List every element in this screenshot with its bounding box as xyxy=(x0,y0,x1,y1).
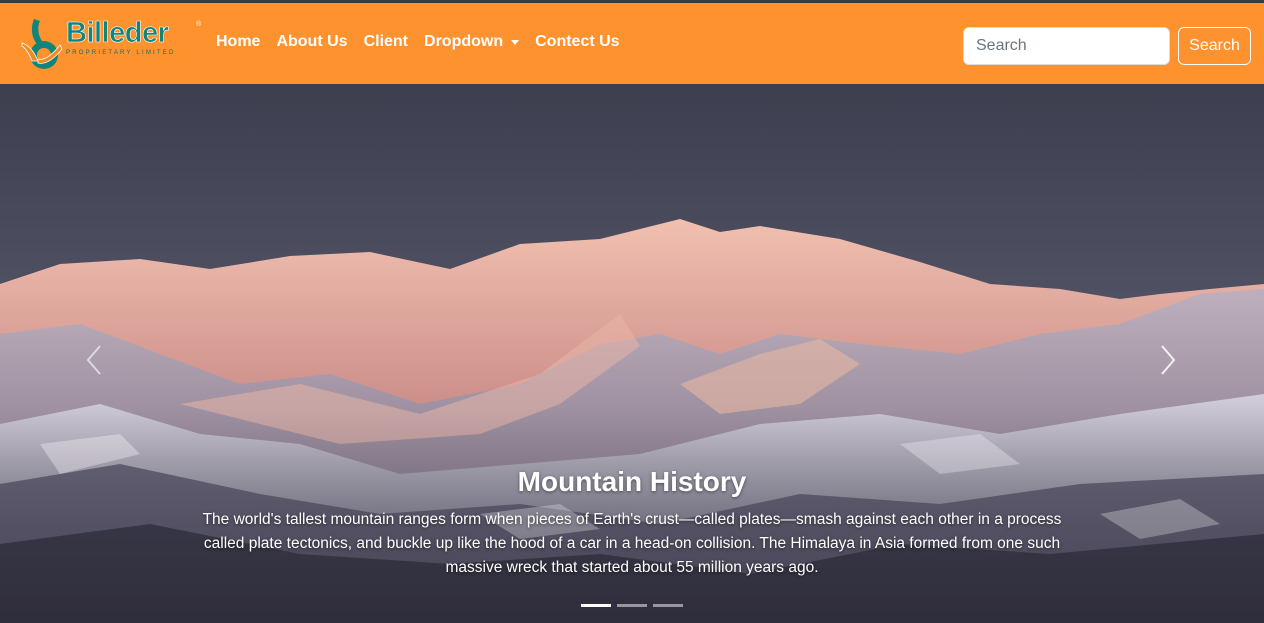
nav-home[interactable]: Home xyxy=(208,33,268,51)
registered-mark: ® xyxy=(196,21,202,28)
caret-down-icon xyxy=(511,39,520,45)
brand-logo-icon xyxy=(21,19,63,69)
caption-title: Mountain History xyxy=(517,466,747,497)
nav-contact-us[interactable]: Contect Us xyxy=(527,33,627,51)
carousel-prev-button[interactable] xyxy=(80,342,110,378)
carousel-indicators xyxy=(581,604,683,607)
nav-about-us[interactable]: About Us xyxy=(268,33,355,51)
navbar: Billeder PROPRIETARY LIMITED ® Home Abou… xyxy=(0,3,1264,84)
brand-tagline: PROPRIETARY LIMITED xyxy=(66,50,176,56)
carousel-next-button[interactable] xyxy=(1152,342,1182,378)
nav-dropdown[interactable]: Dropdown xyxy=(416,33,527,51)
nav-links: Home About Us Client Dropdown Contect Us xyxy=(208,33,628,51)
nav-client[interactable]: Client xyxy=(356,33,416,51)
carousel-indicator-1[interactable] xyxy=(581,604,611,607)
brand-name: Billeder xyxy=(66,17,169,50)
search-button[interactable]: Search xyxy=(1178,27,1251,65)
nav-dropdown-label: Dropdown xyxy=(424,33,504,50)
carousel-indicator-3[interactable] xyxy=(653,604,683,607)
caption-text: The world's tallest mountain ranges form… xyxy=(202,511,1062,576)
search-input[interactable] xyxy=(963,27,1170,65)
carousel-caption: Mountain History The world's tallest mou… xyxy=(182,464,1082,580)
chevron-left-icon xyxy=(86,345,101,375)
hero-carousel: Mountain History The world's tallest mou… xyxy=(0,84,1264,623)
carousel-indicator-2[interactable] xyxy=(617,604,647,607)
chevron-right-icon xyxy=(1161,345,1176,375)
brand-logo[interactable]: Billeder PROPRIETARY LIMITED ® xyxy=(20,15,201,73)
